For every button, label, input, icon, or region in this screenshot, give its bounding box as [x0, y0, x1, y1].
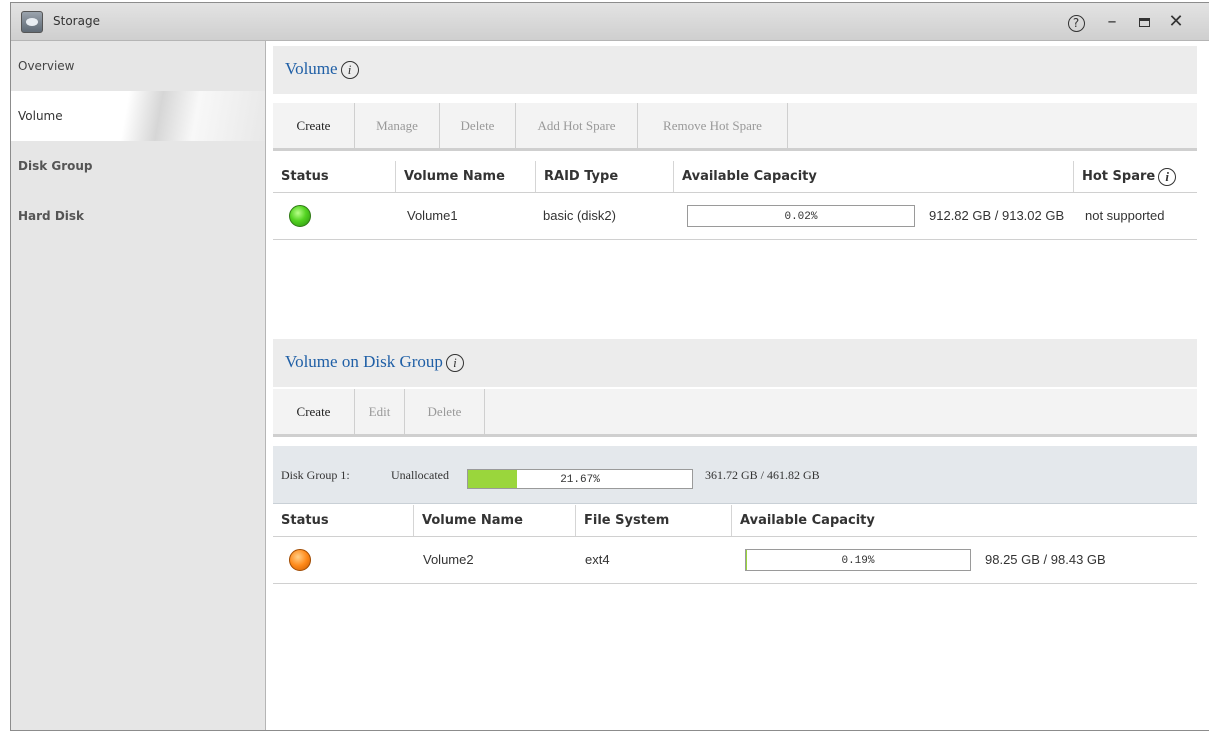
title-bar[interactable]: Storage ? – ✕ [11, 3, 1209, 41]
minimize-icon: – [1107, 11, 1117, 32]
info-icon[interactable]: i [1158, 167, 1177, 186]
maximize-button[interactable] [1133, 11, 1155, 33]
delete-volume-button[interactable]: Delete [440, 103, 516, 148]
volume-toolbar: Create Manage Delete Add Hot Spare Remov… [273, 103, 1197, 151]
info-icon[interactable]: i [445, 354, 464, 373]
disk-group-usage-percent: 21.67% [560, 474, 600, 486]
disk-group-toolbar: Create Edit Delete [273, 389, 1197, 437]
capacity-value-cell: 912.82 GB / 913.02 GB [929, 208, 1065, 223]
column-header-status[interactable]: Status [273, 505, 329, 536]
edit-disk-group-volume-button[interactable]: Edit [355, 389, 405, 434]
volume-section-title-text: Volume [285, 59, 338, 78]
raid-type-cell: basic (disk2) [543, 208, 616, 223]
disk-group-summary: Disk Group 1: Unallocated 21.67% 361.72 … [273, 446, 1197, 504]
window-title: Storage [53, 14, 100, 28]
hot-spare-header-text: Hot Spare [1082, 169, 1156, 184]
add-hot-spare-button[interactable]: Add Hot Spare [516, 103, 638, 148]
create-volume-button[interactable]: Create [273, 103, 355, 148]
delete-disk-group-volume-button[interactable]: Delete [405, 389, 485, 434]
status-warning-icon [289, 549, 311, 571]
disk-group-usage-bar: 21.67% [467, 469, 693, 489]
column-header-available-capacity[interactable]: Available Capacity [731, 505, 875, 536]
capacity-value-cell: 98.25 GB / 98.43 GB [985, 552, 1106, 567]
column-header-volume-name[interactable]: Volume Name [413, 505, 523, 536]
column-header-volume-name[interactable]: Volume Name [395, 161, 505, 192]
column-header-status[interactable]: Status [273, 161, 329, 192]
table-row[interactable]: Volume2 ext4 0.19% 98.25 GB / 98.43 GB [273, 537, 1197, 584]
sidebar-item-overview[interactable]: Overview [11, 41, 265, 91]
table-row[interactable]: Volume1 basic (disk2) 0.02% 912.82 GB / … [273, 193, 1197, 240]
sidebar-item-volume[interactable]: Volume [11, 91, 265, 141]
question-mark-icon: ? [1067, 15, 1085, 32]
create-disk-group-volume-button[interactable]: Create [273, 389, 355, 434]
maximize-icon [1138, 17, 1150, 27]
capacity-usage-percent: 0.02% [784, 211, 818, 223]
volume-table-header: Status Volume Name RAID Type Available C… [273, 161, 1197, 193]
sidebar: Overview Volume Disk Group Hard Disk [11, 41, 266, 730]
storage-app-icon [21, 11, 43, 33]
capacity-usage-bar: 0.02% [687, 205, 915, 227]
sidebar-item-disk-group[interactable]: Disk Group [11, 141, 265, 191]
close-button[interactable]: ✕ [1165, 11, 1187, 33]
disk-group-section-title-text: Volume on Disk Group [285, 352, 443, 371]
column-header-file-system[interactable]: File System [575, 505, 669, 536]
disk-group-label: Disk Group 1: [281, 468, 350, 482]
column-header-raid-type[interactable]: RAID Type [535, 161, 618, 192]
main-content: Volume i Create Manage Delete Add Hot Spa… [267, 41, 1197, 730]
status-ok-icon [289, 205, 311, 227]
disk-group-section-title: Volume on Disk Group i [285, 352, 464, 373]
capacity-usage-percent: 0.19% [841, 555, 875, 567]
disk-group-table-header: Status Volume Name File System Available… [273, 505, 1197, 537]
help-button[interactable]: ? [1065, 11, 1087, 33]
column-header-hot-spare[interactable]: Hot Spare i [1073, 161, 1203, 192]
hot-spare-cell: not supported [1085, 208, 1165, 223]
volume-section-title: Volume i [285, 59, 359, 80]
storage-window: Storage ? – ✕ Overview Volume Disk Group… [10, 2, 1209, 731]
minimize-button[interactable]: – [1101, 11, 1123, 33]
info-icon[interactable]: i [340, 61, 359, 80]
remove-hot-spare-button[interactable]: Remove Hot Spare [638, 103, 788, 148]
capacity-usage-bar: 0.19% [745, 549, 971, 571]
close-icon: ✕ [1168, 11, 1184, 32]
column-header-available-capacity[interactable]: Available Capacity [673, 161, 817, 192]
volume-name-cell: Volume2 [423, 552, 474, 567]
disk-group-capacity: 361.72 GB / 461.82 GB [705, 468, 820, 482]
volume-name-cell: Volume1 [407, 208, 458, 223]
manage-volume-button[interactable]: Manage [355, 103, 440, 148]
volume-section-header: Volume i [273, 46, 1197, 94]
unallocated-label: Unallocated [391, 468, 449, 482]
file-system-cell: ext4 [585, 552, 610, 567]
sidebar-item-hard-disk[interactable]: Hard Disk [11, 191, 265, 241]
disk-group-section-header: Volume on Disk Group i [273, 339, 1197, 387]
